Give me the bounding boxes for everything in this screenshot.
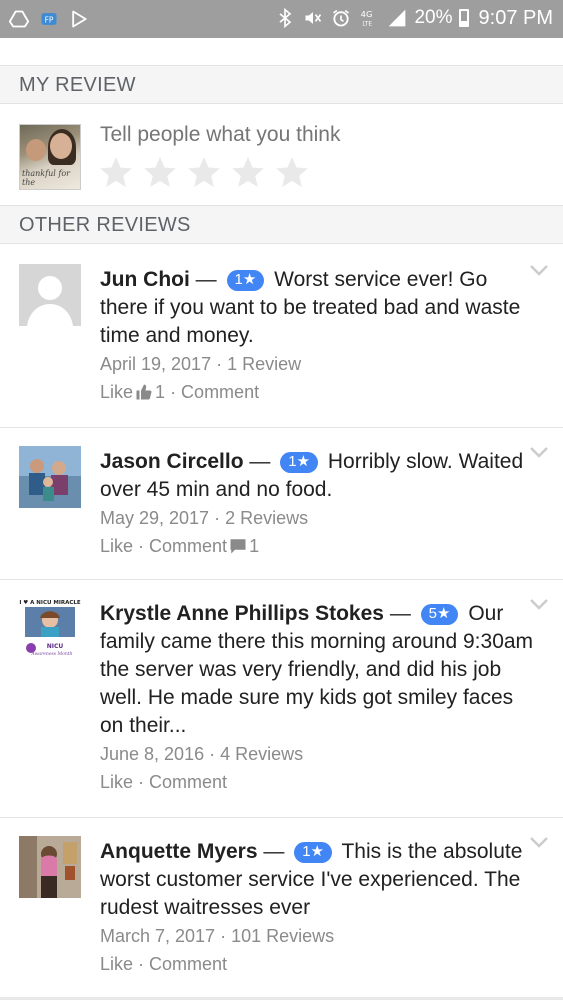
reviewer-avatar[interactable] [19, 836, 81, 898]
review-item[interactable]: Anquette Myers — 1★ This is the absolute… [0, 818, 563, 997]
thumbs-up-icon [135, 381, 153, 400]
review-meta: April 19, 2017 · 1 Review [100, 354, 302, 374]
review-meta: May 29, 2017 · 2 Reviews [100, 508, 309, 528]
bluetooth-icon [274, 7, 296, 29]
my-avatar-caption: thankful for the [22, 169, 70, 187]
other-reviews-title: OTHER REVIEWS [19, 214, 191, 236]
comment-count: 1 [249, 536, 260, 556]
like-button[interactable]: Like [100, 382, 133, 402]
star-icon[interactable] [142, 154, 178, 190]
comment-button[interactable]: · Comment [170, 382, 259, 402]
like-button[interactable]: Like [100, 536, 133, 556]
top-strip [0, 38, 563, 66]
review-body: Krystle Anne Phillips Stokes — 5★ Our fa… [100, 600, 539, 796]
rating-badge: 1★ [226, 270, 265, 291]
mute-icon [302, 7, 324, 29]
review-item[interactable]: Jason Circello — 1★ Horribly slow. Waite… [0, 428, 563, 580]
svg-text:NICU: NICU [47, 643, 64, 650]
avatar-text-top: I ♥ A NICU MIRACLE [19, 600, 81, 606]
chevron-down-icon[interactable] [529, 597, 549, 611]
svg-text:FP: FP [45, 15, 54, 24]
svg-text:LTE: LTE [363, 22, 373, 28]
alarm-icon [330, 7, 352, 29]
battery-percent: 20% [414, 7, 453, 28]
like-button[interactable]: Like [100, 772, 133, 792]
lte-icon: 4G LTE [358, 7, 380, 29]
status-bar: FP 4G LTE 20% 9:07 PM [0, 0, 563, 38]
comment-icon [229, 535, 247, 554]
status-bar-left: FP [8, 8, 90, 30]
like-count: 1 [155, 382, 166, 402]
reviewer-avatar[interactable]: I ♥ A NICU MIRACLE NICU Awareness Month [19, 598, 81, 662]
review-actions: Like · Comment [100, 950, 539, 978]
rating-badge: 1★ [280, 452, 319, 473]
default-avatar-icon[interactable] [19, 264, 81, 326]
drive-icon [8, 8, 30, 30]
clock: 9:07 PM [478, 7, 553, 29]
reviewer-avatar[interactable] [19, 446, 81, 508]
star-icon[interactable] [186, 154, 222, 190]
review-actions: Like · Comment 1 [100, 532, 539, 560]
reviewer-name[interactable]: Krystle Anne Phillips Stokes [100, 602, 384, 625]
star-icon[interactable] [98, 154, 134, 190]
review-meta: June 8, 2016 · 4 Reviews [100, 744, 304, 764]
write-review-prompt[interactable]: Tell people what you think [100, 123, 341, 147]
reviewer-name[interactable]: Jason Circello [100, 450, 244, 473]
review-item[interactable]: I ♥ A NICU MIRACLE NICU Awareness Month … [0, 580, 563, 818]
comment-button[interactable]: · Comment [138, 536, 227, 556]
rating-badge: 1★ [294, 842, 333, 863]
signal-icon [386, 7, 408, 29]
review-meta: March 7, 2017 · 101 Reviews [100, 926, 335, 946]
my-avatar: thankful for the [19, 124, 81, 190]
app-icon: FP [38, 8, 60, 30]
review-body: Jun Choi — 1★ Worst service ever! Go the… [100, 266, 539, 406]
play-icon [68, 8, 90, 30]
rating-stars[interactable] [98, 154, 310, 190]
reviewer-name[interactable]: Anquette Myers [100, 840, 258, 863]
my-review-title: MY REVIEW [19, 74, 136, 96]
like-button[interactable]: Like [100, 954, 133, 974]
review-actions: Like 1 · Comment [100, 378, 539, 406]
my-review-header: MY REVIEW [0, 66, 563, 104]
review-body: Anquette Myers — 1★ This is the absolute… [100, 838, 539, 978]
svg-text:4G: 4G [361, 9, 373, 19]
star-icon[interactable] [274, 154, 310, 190]
other-reviews-header: OTHER REVIEWS [0, 206, 563, 244]
status-bar-right: 4G LTE 20% 9:07 PM [274, 6, 553, 30]
my-review-row[interactable]: thankful for the Tell people what you th… [0, 104, 563, 206]
chevron-down-icon[interactable] [529, 445, 549, 459]
comment-button[interactable]: · Comment [138, 954, 227, 974]
review-body: Jason Circello — 1★ Horribly slow. Waite… [100, 448, 539, 560]
rating-badge: 5★ [420, 604, 459, 625]
comment-button[interactable]: · Comment [138, 772, 227, 792]
review-item[interactable]: Jun Choi — 1★ Worst service ever! Go the… [0, 245, 563, 428]
review-actions: Like · Comment [100, 768, 539, 796]
avatar-text-bottom: Awareness Month [31, 651, 73, 657]
battery-icon [458, 9, 469, 27]
reviewer-name[interactable]: Jun Choi [100, 268, 190, 291]
star-icon[interactable] [230, 154, 266, 190]
chevron-down-icon[interactable] [529, 835, 549, 849]
chevron-down-icon[interactable] [529, 263, 549, 277]
